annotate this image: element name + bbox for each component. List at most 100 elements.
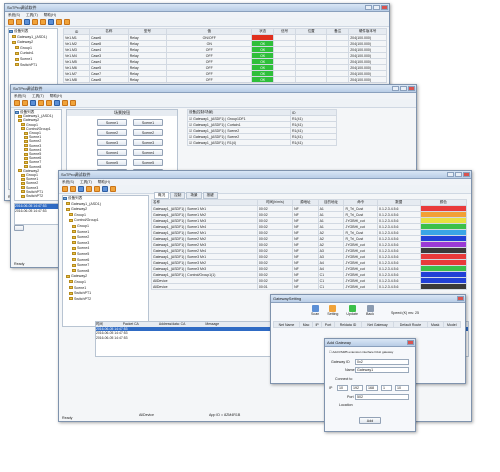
scene-button[interactable]: Scene5 (97, 159, 127, 166)
ip-field-1[interactable]: 192 (351, 385, 363, 391)
scene-button[interactable]: Scene5 (133, 159, 163, 166)
tool-icon[interactable] (70, 186, 76, 192)
tool-icon[interactable] (64, 19, 70, 25)
scene-button[interactable]: Scene2 (133, 129, 163, 136)
checkbox[interactable]: ☑ (189, 123, 192, 127)
tool-icon[interactable] (94, 186, 100, 192)
scene-button[interactable]: Scene2 (97, 129, 127, 136)
menu-system[interactable]: 系统(S) (62, 180, 74, 185)
maximize-button[interactable] (455, 172, 462, 177)
scene-button[interactable]: Scene1 (133, 119, 163, 126)
back-button[interactable]: Back (366, 305, 374, 316)
folder-icon (21, 186, 25, 190)
tool-icon[interactable] (110, 186, 116, 192)
table-cell: AllDevice (151, 283, 258, 290)
tool-icon[interactable] (78, 186, 84, 192)
tool-icon[interactable] (70, 100, 76, 106)
ip-field-0[interactable]: 10 (337, 385, 348, 391)
checkbox[interactable]: ☑ (189, 129, 192, 133)
close-button[interactable] (457, 296, 464, 301)
tool-icon[interactable] (62, 186, 68, 192)
tool-icon[interactable] (86, 186, 92, 192)
close-button[interactable] (407, 340, 414, 345)
minimize-button[interactable] (392, 86, 399, 91)
tool-icon[interactable] (22, 100, 28, 106)
close-button[interactable] (381, 5, 388, 10)
tree-item[interactable]: SwitchPT2 (63, 297, 148, 303)
tool-icon[interactable] (46, 100, 52, 106)
tab-overview[interactable]: 概况 (154, 192, 170, 199)
menu-system[interactable]: 系统(S) (8, 13, 20, 18)
tree-item[interactable]: SwitchPT2 (15, 194, 61, 198)
table-row[interactable]: ☑ Gateway1_(ASDF1) | R1(4) R1(41) (187, 139, 337, 146)
maximize-button[interactable] (373, 5, 380, 10)
tool-icon[interactable] (8, 19, 14, 25)
menu-system[interactable]: 系统(S) (14, 94, 26, 99)
table-row[interactable]: AllDevice 00:01 NF C1 JYGBHI_cut 0.1.2.3.4.5.… (151, 283, 468, 290)
scene-button[interactable]: Scene3 (133, 139, 163, 146)
col-header[interactable]: Model (442, 321, 462, 328)
tool-icon[interactable] (30, 100, 36, 106)
tool-icon[interactable] (62, 100, 68, 106)
col-header[interactable]: Net Name (273, 321, 300, 328)
col-header[interactable]: Mask (426, 321, 444, 328)
gateway-id-select[interactable]: 0x2 (355, 359, 409, 365)
tool-icon[interactable] (24, 19, 30, 25)
menu-tools[interactable]: 工具(T) (80, 180, 92, 185)
log-line[interactable]: 2016-06-05 14:47:53 (15, 209, 61, 214)
col-header[interactable]: Net Gateway (360, 321, 395, 328)
device-tree[interactable]: 设备列表 Gateway1_(ASD1) Gateway2 Group1 Con… (62, 195, 149, 327)
col-header[interactable]: IP (312, 321, 322, 328)
menu-help[interactable]: 帮助(H) (44, 13, 56, 18)
tab-control[interactable]: 控制 (170, 192, 186, 199)
update-button[interactable]: Update (346, 305, 358, 316)
scene-button[interactable]: Scene4 (133, 149, 163, 156)
device-tree[interactable]: 设备列表 Gateway1_(ASD1) Gateway2 Group1 Con… (14, 109, 62, 201)
tree-item[interactable]: SwitchPT1 (9, 63, 57, 69)
menu-help[interactable]: 帮助(H) (50, 94, 62, 99)
rs485-checkbox[interactable]: ☐ Add RS485 extension interface DALI gat… (329, 350, 393, 354)
checkbox[interactable]: ☑ (189, 141, 192, 145)
menu-tools[interactable]: 工具(T) (32, 94, 44, 99)
tool-icon[interactable] (32, 19, 38, 25)
tool-button[interactable] (14, 225, 24, 231)
tool-icon[interactable] (16, 19, 22, 25)
ip-field-4[interactable]: 10 (395, 385, 409, 391)
tool-icon[interactable] (38, 100, 44, 106)
tool-icon[interactable] (14, 100, 20, 106)
table-row[interactable]: Ve1.M8 Case8 Relay OFF OK 204(100.000) (63, 76, 387, 83)
tab-keys[interactable]: 按键 (202, 192, 218, 199)
scene-button[interactable]: Scene3 (97, 139, 127, 146)
tab-scene[interactable]: 场景 (186, 192, 202, 199)
port-input[interactable]: 502 (355, 394, 409, 400)
col-header[interactable]: Default Route (393, 321, 428, 328)
checkbox[interactable]: ☑ (189, 135, 192, 139)
ip-field-2[interactable]: 168 (366, 385, 378, 391)
color-swatch[interactable] (419, 283, 468, 290)
maximize-button[interactable] (400, 86, 407, 91)
checkbox[interactable]: ☑ (189, 117, 192, 121)
scene-button[interactable]: Scene4 (97, 149, 127, 156)
tool-icon[interactable] (56, 19, 62, 25)
folder-icon (21, 177, 25, 181)
col-header[interactable]: Reldata ID (333, 321, 362, 328)
scan-button[interactable]: Scan (311, 305, 319, 316)
col-header[interactable]: Mac (298, 321, 314, 328)
tool-icon[interactable] (48, 19, 54, 25)
tool-icon[interactable] (40, 19, 46, 25)
menu-help[interactable]: 帮助(H) (98, 180, 110, 185)
minimize-button[interactable] (365, 5, 372, 10)
close-button[interactable] (408, 86, 415, 91)
scene-button[interactable]: Scene1 (97, 119, 127, 126)
setting-button[interactable]: Setting (327, 305, 338, 316)
minimize-button[interactable] (447, 172, 454, 177)
tool-icon[interactable] (54, 100, 60, 106)
close-button[interactable] (463, 172, 470, 177)
add-button[interactable]: Add (359, 417, 381, 424)
ip-field-3[interactable]: 1 (381, 385, 392, 391)
col-header[interactable]: Port (320, 321, 335, 328)
name-input[interactable]: Gateway1 (355, 367, 409, 373)
menu-tools[interactable]: 工具(T) (26, 13, 38, 18)
tool-icon[interactable] (102, 186, 108, 192)
gw-toolbar: Scan Setting Update Back (311, 305, 374, 316)
